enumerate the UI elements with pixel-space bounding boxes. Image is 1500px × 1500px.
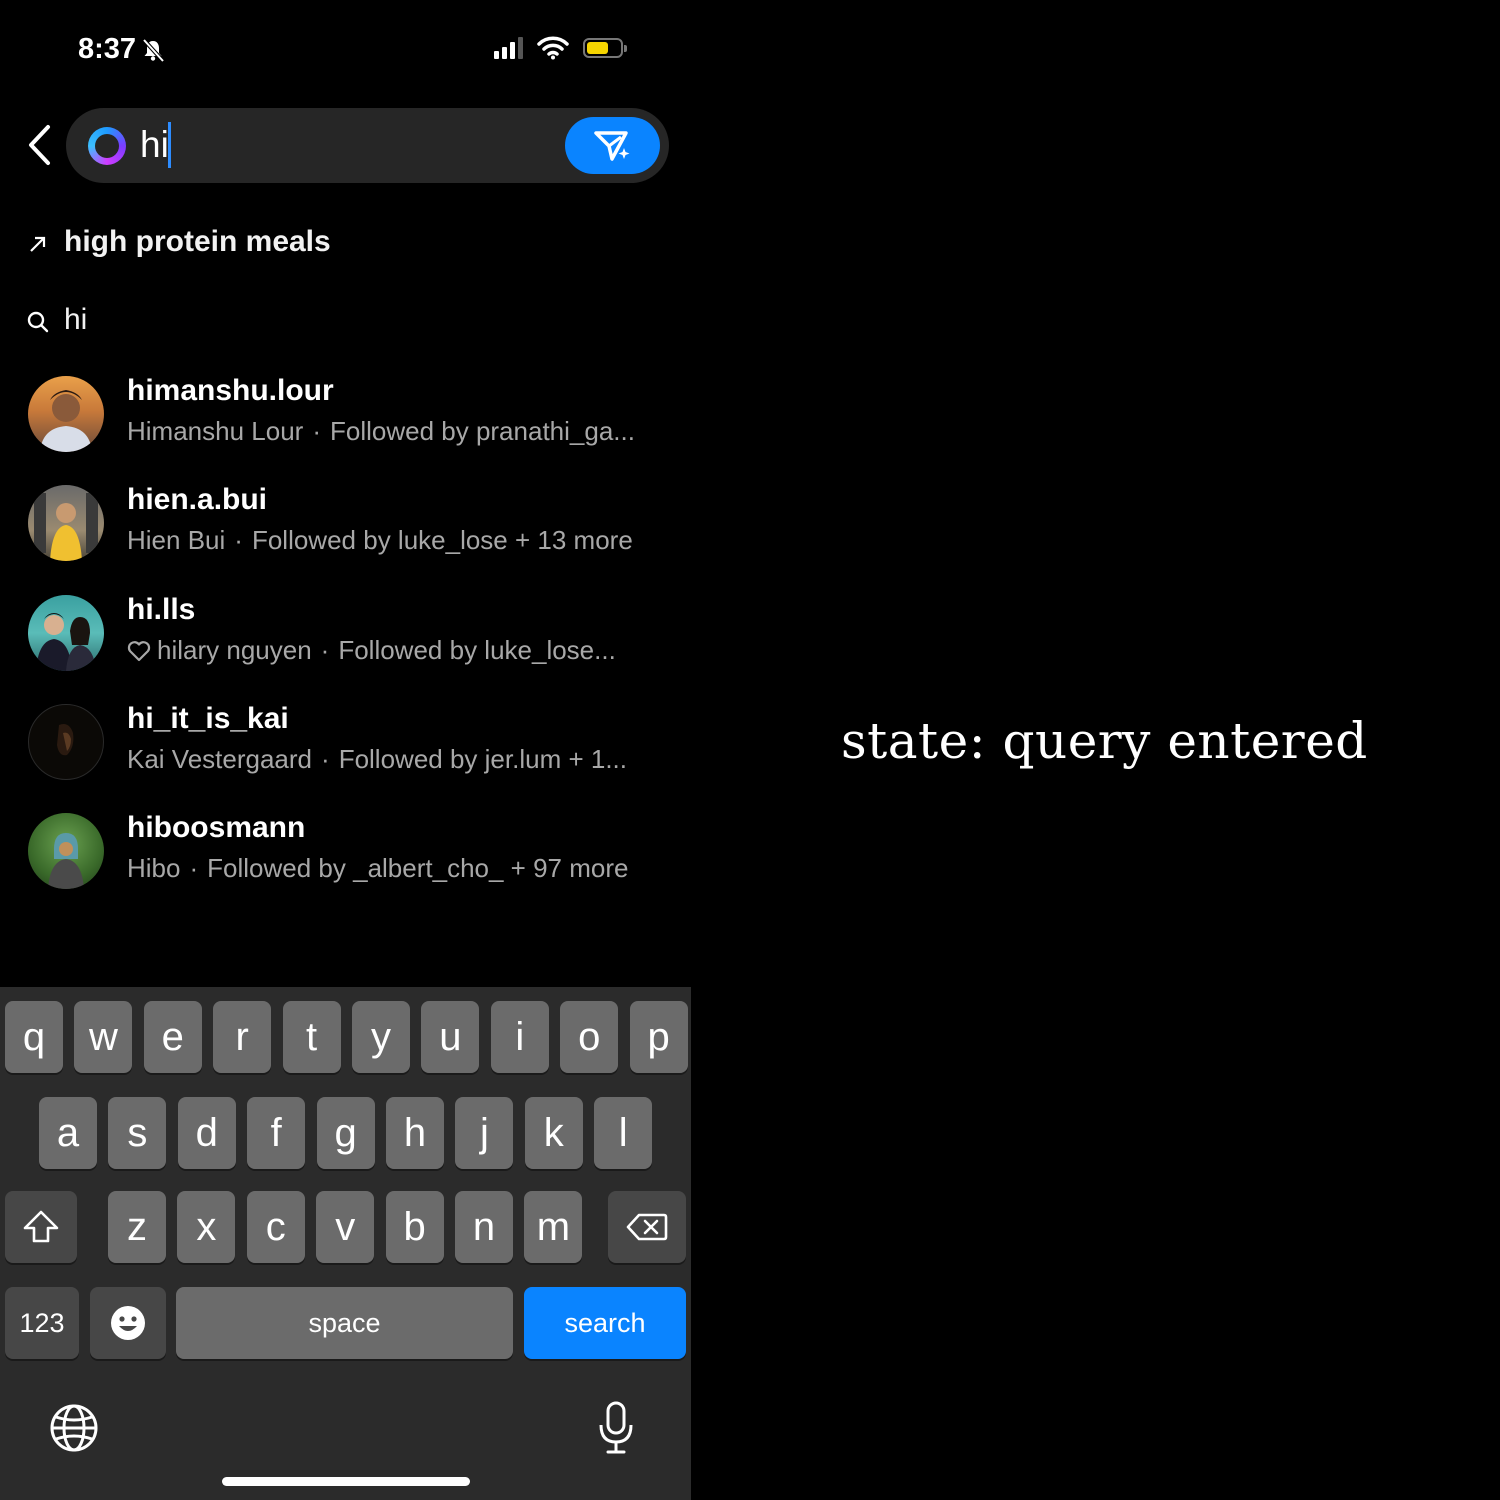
followed-by-text: Followed by jer.lum + 1... bbox=[338, 744, 627, 774]
status-time: 8:37 bbox=[78, 33, 166, 66]
ai-search-button[interactable] bbox=[565, 117, 660, 174]
suggestion-label: high protein meals bbox=[64, 225, 331, 258]
home-indicator[interactable] bbox=[222, 1477, 470, 1486]
result-fullname: Hien Bui bbox=[127, 525, 226, 555]
state-caption: state: query entered bbox=[841, 712, 1368, 770]
text-caret bbox=[168, 122, 171, 168]
followed-by-text: Followed by luke_lose... bbox=[338, 635, 616, 665]
search-query-text: hi bbox=[140, 124, 169, 165]
key-v[interactable]: v bbox=[316, 1191, 375, 1263]
space-key[interactable]: space bbox=[176, 1287, 513, 1359]
heart-icon bbox=[127, 640, 151, 661]
key-s[interactable]: s bbox=[108, 1097, 167, 1169]
separator-dot: · bbox=[234, 525, 243, 555]
suggestion-search-query[interactable]: hi bbox=[26, 303, 87, 337]
battery-icon bbox=[583, 38, 627, 58]
backspace-icon bbox=[626, 1213, 668, 1241]
globe-icon[interactable] bbox=[48, 1402, 100, 1454]
result-subtitle: Himanshu Lour · Followed by pranathi_ga.… bbox=[127, 416, 635, 447]
key-k[interactable]: k bbox=[524, 1097, 583, 1169]
key-b[interactable]: b bbox=[385, 1191, 444, 1263]
key-c[interactable]: c bbox=[246, 1191, 305, 1263]
result-subtitle: Hien Bui · Followed by luke_lose + 13 mo… bbox=[127, 525, 633, 556]
result-subtitle: Hibo · Followed by _albert_cho_ + 97 mor… bbox=[127, 853, 628, 884]
separator-dot: · bbox=[312, 416, 321, 446]
separator-dot: · bbox=[189, 853, 199, 883]
result-fullname: Himanshu Lour bbox=[127, 416, 304, 446]
avatar bbox=[28, 376, 104, 452]
result-fullname: Hibo bbox=[127, 853, 181, 883]
account-result-row[interactable]: hiboosmann Hibo · Followed by _albert_ch… bbox=[28, 811, 688, 891]
result-fullname: Kai Vestergaard bbox=[127, 744, 313, 774]
microphone-icon[interactable] bbox=[596, 1400, 636, 1456]
key-e[interactable]: e bbox=[143, 1001, 202, 1073]
followed-by-text: Followed by pranathi_ga... bbox=[329, 416, 635, 446]
suggestion-trending[interactable]: high protein meals bbox=[26, 225, 331, 259]
key-p[interactable]: p bbox=[629, 1001, 688, 1073]
shift-arrow-icon bbox=[23, 1210, 59, 1243]
meta-ai-icon bbox=[88, 127, 126, 165]
back-chevron-icon[interactable] bbox=[26, 122, 56, 168]
key-o[interactable]: o bbox=[560, 1001, 619, 1073]
key-r[interactable]: r bbox=[213, 1001, 272, 1073]
key-t[interactable]: t bbox=[282, 1001, 341, 1073]
account-result-row[interactable]: hi_it_is_kai Kai Vestergaard · Followed … bbox=[28, 702, 688, 782]
bell-muted-icon bbox=[142, 38, 165, 62]
key-u[interactable]: u bbox=[421, 1001, 480, 1073]
key-f[interactable]: f bbox=[247, 1097, 306, 1169]
phone-screen: 8:37 hi high protein meals hi himanshu.l… bbox=[0, 0, 691, 1500]
account-result-row[interactable]: himanshu.lour Himanshu Lour · Followed b… bbox=[28, 374, 688, 454]
result-handle: hiboosmann bbox=[127, 811, 306, 844]
clock: 8:37 bbox=[78, 33, 137, 65]
result-subtitle: hilary nguyen · Followed by luke_lose... bbox=[127, 635, 616, 666]
key-y[interactable]: y bbox=[352, 1001, 410, 1073]
wifi-icon bbox=[537, 36, 569, 60]
key-j[interactable]: j bbox=[455, 1097, 514, 1169]
emoji-icon bbox=[111, 1306, 145, 1340]
suggestion-label: hi bbox=[64, 303, 88, 336]
result-handle: hi_it_is_kai bbox=[127, 702, 289, 735]
key-l[interactable]: l bbox=[594, 1097, 653, 1169]
emoji-key[interactable] bbox=[90, 1287, 166, 1359]
separator-dot: · bbox=[321, 744, 330, 774]
send-sparkle-icon bbox=[593, 130, 629, 161]
key-x[interactable]: x bbox=[177, 1191, 236, 1263]
cellular-signal-icon bbox=[494, 37, 523, 59]
account-result-row[interactable]: hien.a.bui Hien Bui · Followed by luke_l… bbox=[28, 483, 688, 563]
trending-arrow-icon bbox=[30, 236, 46, 252]
account-result-row[interactable]: hi.lls hilary nguyen · Followed by luke_… bbox=[28, 593, 688, 673]
followed-by-text: Followed by _albert_cho_ + 97 more bbox=[207, 853, 629, 883]
key-q[interactable]: q bbox=[5, 1001, 63, 1073]
status-icons bbox=[494, 36, 627, 60]
followed-by-text: Followed by luke_lose + 13 more bbox=[251, 525, 633, 555]
search-key[interactable]: search bbox=[524, 1287, 686, 1359]
onscreen-keyboard: qwertyuiop asdfghjkl zxcvbnm 123 space s… bbox=[0, 987, 691, 1500]
backspace-key[interactable] bbox=[608, 1191, 686, 1263]
key-h[interactable]: h bbox=[386, 1097, 444, 1169]
avatar bbox=[28, 485, 104, 561]
key-m[interactable]: m bbox=[524, 1191, 583, 1263]
avatar bbox=[28, 704, 104, 780]
key-z[interactable]: z bbox=[108, 1191, 166, 1263]
result-fullname: hilary nguyen bbox=[157, 635, 312, 665]
result-subtitle: Kai Vestergaard · Followed by jer.lum + … bbox=[127, 744, 627, 775]
avatar bbox=[28, 595, 104, 671]
search-icon bbox=[27, 311, 49, 333]
separator-dot: · bbox=[320, 635, 330, 665]
key-g[interactable]: g bbox=[316, 1097, 375, 1169]
key-i[interactable]: i bbox=[490, 1001, 549, 1073]
result-handle: himanshu.lour bbox=[127, 374, 334, 407]
numbers-key[interactable]: 123 bbox=[5, 1287, 79, 1359]
key-d[interactable]: d bbox=[177, 1097, 236, 1169]
avatar bbox=[28, 813, 104, 889]
key-a[interactable]: a bbox=[39, 1097, 97, 1169]
shift-key[interactable] bbox=[5, 1191, 77, 1263]
key-w[interactable]: w bbox=[74, 1001, 133, 1073]
search-input[interactable]: hi bbox=[66, 108, 669, 183]
result-handle: hien.a.bui bbox=[127, 483, 268, 516]
result-handle: hi.lls bbox=[127, 593, 196, 626]
key-n[interactable]: n bbox=[455, 1191, 513, 1263]
